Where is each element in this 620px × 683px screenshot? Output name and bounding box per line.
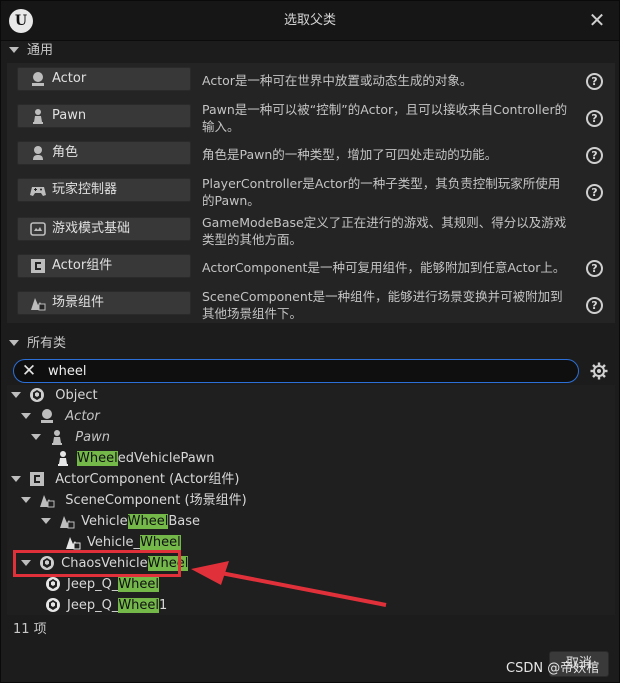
all-classes-section-label: 所有类 bbox=[27, 336, 67, 351]
scene-component-help-icon[interactable]: ? bbox=[586, 297, 603, 314]
expand-arrow-icon[interactable] bbox=[41, 517, 51, 524]
item-count: 11 项 bbox=[13, 622, 47, 637]
search-match-highlight: Wheel bbox=[140, 535, 181, 550]
player-controller-description: PlayerController是Actor的一种子类型，其负责控制玩家所使用的… bbox=[202, 176, 561, 208]
actor-class-button[interactable]: Actor bbox=[17, 67, 191, 91]
all-classes-section-header[interactable]: 所有类 bbox=[9, 334, 613, 354]
character-help-icon[interactable]: ? bbox=[586, 147, 603, 164]
common-section-header[interactable]: 通用 bbox=[9, 41, 613, 61]
gear-icon[interactable] bbox=[590, 362, 608, 380]
character-class-button[interactable]: 角色 bbox=[17, 141, 191, 165]
actor-component-icon bbox=[31, 259, 45, 273]
search-match-highlight: Wheel bbox=[118, 577, 160, 592]
tree-row-jeep-q-wheel[interactable]: Jeep_Q_Wheel bbox=[45, 574, 160, 595]
tree-row-scene-component[interactable]: SceneComponent (场景组件) bbox=[21, 490, 247, 511]
pawn-icon bbox=[33, 109, 43, 124]
tree-row-jeep-q-wheel1[interactable]: Jeep_Q_Wheel1 bbox=[45, 595, 167, 616]
common-row-character: 角色 角色是Pawn的一种类型，增加了可四处走动的功能。 ? bbox=[7, 137, 615, 171]
search-match-highlight: Wheel bbox=[77, 451, 118, 466]
search-match-highlight: Wheel bbox=[127, 514, 169, 529]
common-classes-panel: Actor Actor是一种可在世界中放置或动态生成的对象。 ? Pawn Pa… bbox=[7, 63, 615, 323]
character-description: 角色是Pawn的一种类型，增加了可四处走动的功能。 bbox=[202, 147, 498, 162]
common-row-scene-component: 场景组件 SceneComponent是一种组件，能够进行场景变换并可被附加到其… bbox=[7, 287, 615, 321]
pawn-help-icon[interactable]: ? bbox=[586, 110, 603, 127]
object-icon bbox=[30, 387, 45, 402]
expand-arrow-icon[interactable] bbox=[21, 412, 31, 419]
tree-row-pawn[interactable]: Pawn bbox=[31, 427, 110, 448]
scene-component-class-label: 场景组件 bbox=[52, 295, 105, 310]
character-icon bbox=[33, 146, 43, 160]
common-row-pawn: Pawn Pawn是一种可以被“控制”的Actor，且可以接收来自Control… bbox=[7, 100, 615, 134]
pick-parent-class-dialog: U 选取父类 ✕ 通用 Actor Actor是一种可在世界中放置或动态生成的对… bbox=[0, 0, 620, 683]
tree-row-object[interactable]: Object bbox=[11, 385, 98, 406]
collapse-arrow-icon bbox=[9, 339, 19, 346]
gamepad-icon bbox=[30, 187, 46, 196]
game-mode-base-class-button[interactable]: 游戏模式基础 bbox=[17, 217, 191, 241]
scene-component-icon bbox=[60, 515, 75, 528]
actor-component-icon bbox=[30, 471, 45, 486]
object-icon bbox=[46, 576, 60, 591]
pawn-icon bbox=[52, 429, 63, 445]
actor-component-description: ActorComponent是一种可复用组件，能够附加到任意Actor上。 bbox=[202, 260, 566, 275]
actor-help-icon[interactable]: ? bbox=[586, 73, 603, 90]
annotation-highlight-box bbox=[13, 550, 181, 577]
tree-row-vehicle-wheel-base[interactable]: VehicleWheelBase bbox=[41, 511, 200, 532]
object-icon bbox=[46, 597, 60, 612]
actor-component-class-label: Actor组件 bbox=[52, 258, 113, 273]
player-controller-class-button[interactable]: 玩家控制器 bbox=[17, 178, 191, 202]
actor-component-help-icon[interactable]: ? bbox=[586, 260, 603, 277]
dialog-title: 选取父类 bbox=[283, 13, 336, 28]
game-mode-base-description: GameModeBase定义了正在进行的游戏、其规则、得分以及游戏类型的其他方面… bbox=[202, 215, 567, 247]
scene-component-icon bbox=[31, 298, 46, 311]
common-row-game-mode-base: 游戏模式基础 GameModeBase定义了正在进行的游戏、其规则、得分以及游戏… bbox=[7, 213, 615, 247]
character-class-label: 角色 bbox=[52, 145, 79, 160]
expand-arrow-icon[interactable] bbox=[11, 475, 21, 482]
scene-component-icon bbox=[66, 536, 81, 549]
actor-component-class-button[interactable]: Actor组件 bbox=[17, 254, 191, 278]
actor-icon bbox=[32, 72, 44, 86]
player-controller-class-label: 玩家控制器 bbox=[52, 182, 118, 197]
pawn-class-label: Pawn bbox=[52, 108, 87, 123]
close-button[interactable]: ✕ bbox=[587, 10, 607, 30]
clear-search-icon[interactable]: ✕ bbox=[20, 361, 38, 381]
expand-arrow-icon[interactable] bbox=[11, 391, 21, 398]
class-search-box: ✕ bbox=[13, 359, 579, 383]
search-match-highlight: Wheel bbox=[118, 598, 160, 613]
expand-arrow-icon[interactable] bbox=[21, 496, 31, 503]
common-row-actor: Actor Actor是一种可在世界中放置或动态生成的对象。 ? bbox=[7, 63, 615, 97]
common-row-player-controller: 玩家控制器 PlayerController是Actor的一种子类型，其负责控制… bbox=[7, 174, 615, 208]
tree-row-actor[interactable]: Actor bbox=[21, 406, 100, 427]
actor-description: Actor是一种可在世界中放置或动态生成的对象。 bbox=[202, 73, 473, 88]
expand-arrow-icon[interactable] bbox=[31, 433, 41, 440]
player-controller-help-icon[interactable]: ? bbox=[586, 184, 603, 201]
scene-component-description: SceneComponent是一种组件，能够进行场景变换并可被附加到其他场景组件… bbox=[202, 289, 563, 321]
pawn-description: Pawn是一种可以被“控制”的Actor，且可以接收来自Controller的输… bbox=[202, 102, 568, 134]
tree-row-wheeled-vehicle-pawn[interactable]: WheeledVehiclePawn bbox=[55, 448, 215, 469]
title-bar: U 选取父类 ✕ bbox=[1, 1, 619, 41]
collapse-arrow-icon bbox=[9, 46, 19, 53]
annotation-arrow-icon bbox=[191, 561, 387, 607]
actor-icon bbox=[41, 408, 54, 423]
common-row-actor-component: Actor组件 ActorComponent是一种可复用组件，能够附加到任意Ac… bbox=[7, 250, 615, 284]
pawn-class-button[interactable]: Pawn bbox=[17, 104, 191, 128]
class-search-input[interactable] bbox=[48, 361, 568, 381]
game-mode-base-class-label: 游戏模式基础 bbox=[52, 221, 131, 236]
actor-class-label: Actor bbox=[52, 71, 87, 86]
tree-row-actor-component[interactable]: ActorComponent (Actor组件) bbox=[11, 469, 239, 490]
watermark: CSDN @帝妖棺 bbox=[506, 661, 600, 676]
pawn-icon bbox=[58, 450, 68, 466]
game-mode-icon bbox=[30, 222, 46, 236]
scene-component-class-button[interactable]: 场景组件 bbox=[17, 291, 191, 315]
scene-component-icon bbox=[40, 494, 55, 507]
common-section-label: 通用 bbox=[27, 43, 54, 58]
